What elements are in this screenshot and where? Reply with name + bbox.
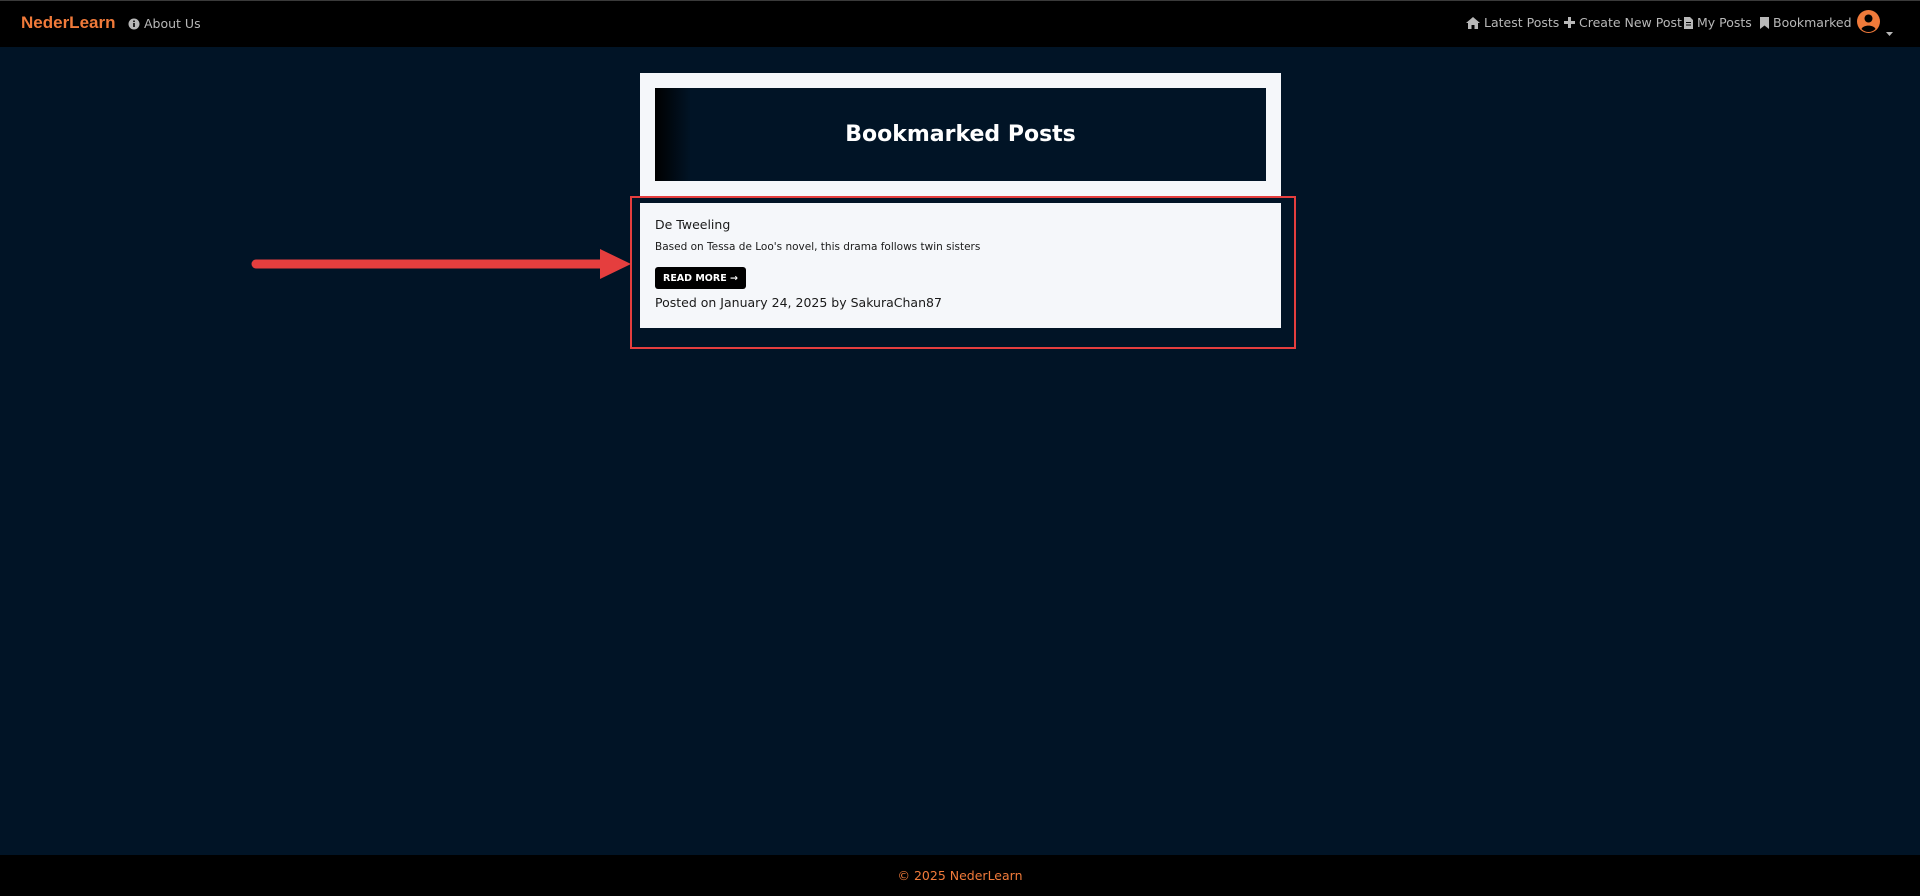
user-menu-toggle[interactable] [1857, 10, 1880, 37]
nav-about-us[interactable]: About Us [128, 16, 201, 31]
top-navbar: NederLearn About Us Latest Posts Create … [0, 0, 1920, 47]
page-header-card: Bookmarked Posts [640, 73, 1281, 197]
nav-latest-posts[interactable]: Latest Posts [1466, 15, 1559, 30]
page-header-banner: Bookmarked Posts [655, 88, 1266, 181]
post-meta: Posted on January 24, 2025 by SakuraChan… [655, 295, 942, 310]
plus-icon [1564, 17, 1575, 28]
nav-my-posts[interactable]: My Posts [1684, 15, 1752, 30]
nav-about-us-label: About Us [144, 16, 201, 31]
nav-my-posts-label: My Posts [1697, 15, 1752, 30]
user-circle-icon [1857, 10, 1880, 37]
page-footer: © 2025 NederLearn [0, 855, 1920, 896]
read-more-button[interactable]: READ MORE → [655, 267, 746, 289]
footer-copyright: © 2025 NederLearn [897, 868, 1023, 883]
post-excerpt: Based on Tessa de Loo's novel, this dram… [655, 241, 981, 253]
nav-create-new-post-label: Create New Post [1579, 15, 1682, 30]
brand-logo-link[interactable]: NederLearn [21, 13, 115, 33]
file-icon [1684, 16, 1693, 29]
caret-down-icon[interactable] [1886, 21, 1893, 40]
bookmarked-post-card: De Tweeling Based on Tessa de Loo's nove… [640, 203, 1281, 328]
annotation-arrow-icon [250, 246, 632, 286]
home-icon [1466, 16, 1480, 29]
nav-create-new-post[interactable]: Create New Post [1564, 15, 1682, 30]
info-circle-icon [128, 18, 140, 30]
nav-bookmarked-label: Bookmarked [1773, 15, 1852, 30]
post-title: De Tweeling [655, 217, 731, 232]
page-title: Bookmarked Posts [845, 122, 1076, 147]
nav-bookmarked[interactable]: Bookmarked [1760, 15, 1852, 30]
bookmark-icon [1760, 16, 1769, 29]
nav-latest-posts-label: Latest Posts [1484, 15, 1560, 30]
